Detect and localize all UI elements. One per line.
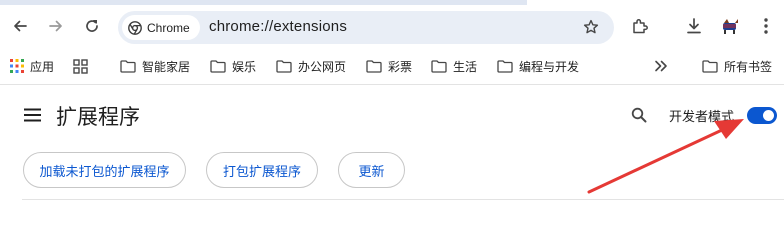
bookmark-label: 应用 xyxy=(30,59,55,74)
bookmark-label: 办公网页 xyxy=(298,59,347,74)
load-unpacked-button[interactable]: 加载未打包的扩展程序 xyxy=(23,152,186,188)
chevron-double-right-icon xyxy=(655,60,667,72)
extensions-puzzle-icon xyxy=(633,19,648,34)
more-vertical-icon xyxy=(764,18,768,34)
downloads-button[interactable] xyxy=(680,12,708,40)
arrow-right-icon xyxy=(49,20,62,32)
bookmark-folder-smarthome[interactable]: 智能家居 xyxy=(120,55,190,77)
bookmark-label: 娱乐 xyxy=(232,59,257,74)
site-info-chip[interactable]: Chrome xyxy=(122,15,200,40)
bookmark-folder-programming[interactable]: 编程与开发 xyxy=(497,55,579,77)
url-text[interactable]: chrome://extensions xyxy=(209,18,347,35)
bookmark-label: 彩票 xyxy=(388,59,413,74)
bookmark-folder-office[interactable]: 办公网页 xyxy=(276,55,346,77)
bookmark-folder-lottery[interactable]: 彩票 xyxy=(366,55,412,77)
folder-icon xyxy=(276,59,292,73)
tab-groups-icon xyxy=(73,58,88,74)
reload-button[interactable] xyxy=(78,12,106,40)
browser-toolbar: Chrome chrome://extensions xyxy=(0,0,784,50)
extensions-button[interactable] xyxy=(626,12,654,40)
bookmarks-bar: 应用 智能家居 娱乐 办公网页 彩票 生活 编程与开发 所有书签 xyxy=(0,50,784,81)
tab-strip-edge xyxy=(0,0,784,5)
developer-mode-label: 开发者模式 xyxy=(669,110,735,125)
browser-window: Chrome chrome://extensions 应用 智能家居 娱乐 办公… xyxy=(0,0,784,222)
profile-avatar-icon xyxy=(723,19,738,34)
apps-grid-icon xyxy=(10,59,24,73)
update-button[interactable]: 更新 xyxy=(338,152,405,188)
section-divider xyxy=(22,199,784,200)
arrow-left-icon xyxy=(14,20,27,32)
bookmark-label: 所有书签 xyxy=(724,59,773,74)
developer-mode-toggle[interactable] xyxy=(747,107,777,124)
bookmark-label: 智能家居 xyxy=(142,59,191,74)
pack-extension-button[interactable]: 打包扩展程序 xyxy=(206,152,318,188)
bookmark-label: 编程与开发 xyxy=(519,59,580,74)
bookmark-tab-groups[interactable] xyxy=(73,55,88,77)
hamburger-menu-icon xyxy=(23,108,41,122)
download-icon xyxy=(687,18,701,34)
profile-button[interactable] xyxy=(716,12,744,40)
bookmark-folder-life[interactable]: 生活 xyxy=(431,55,477,77)
bookmark-label: 生活 xyxy=(453,59,478,74)
bookmark-folder-entertainment[interactable]: 娱乐 xyxy=(210,55,256,77)
forward-button[interactable] xyxy=(42,12,70,40)
back-button[interactable] xyxy=(6,12,34,40)
bookmark-star-button[interactable] xyxy=(580,16,602,38)
folder-icon xyxy=(210,59,226,73)
address-bar[interactable]: Chrome chrome://extensions xyxy=(118,11,614,44)
extensions-actions: 加载未打包的扩展程序 打包扩展程序 更新 xyxy=(0,147,784,199)
chrome-logo-icon xyxy=(128,20,142,35)
search-icon xyxy=(631,107,647,123)
folder-icon xyxy=(431,59,447,73)
main-menu-button[interactable] xyxy=(22,105,42,125)
bookmarks-overflow-button[interactable] xyxy=(654,55,668,77)
folder-icon xyxy=(366,59,382,73)
reload-icon xyxy=(86,20,98,32)
page-title: 扩展程序 xyxy=(56,105,140,129)
search-extensions-button[interactable] xyxy=(628,104,650,126)
toggle-knob xyxy=(763,110,774,121)
bookmark-all-bookmarks[interactable]: 所有书签 xyxy=(702,55,772,77)
chip-label: Chrome xyxy=(147,20,190,35)
folder-icon xyxy=(120,59,136,73)
folder-icon xyxy=(497,59,513,73)
folder-icon xyxy=(702,59,718,73)
star-icon xyxy=(583,19,599,34)
more-menu-button[interactable] xyxy=(752,12,780,40)
extensions-header: 扩展程序 开发者模式 xyxy=(0,85,784,147)
bookmark-apps[interactable]: 应用 xyxy=(10,55,54,77)
